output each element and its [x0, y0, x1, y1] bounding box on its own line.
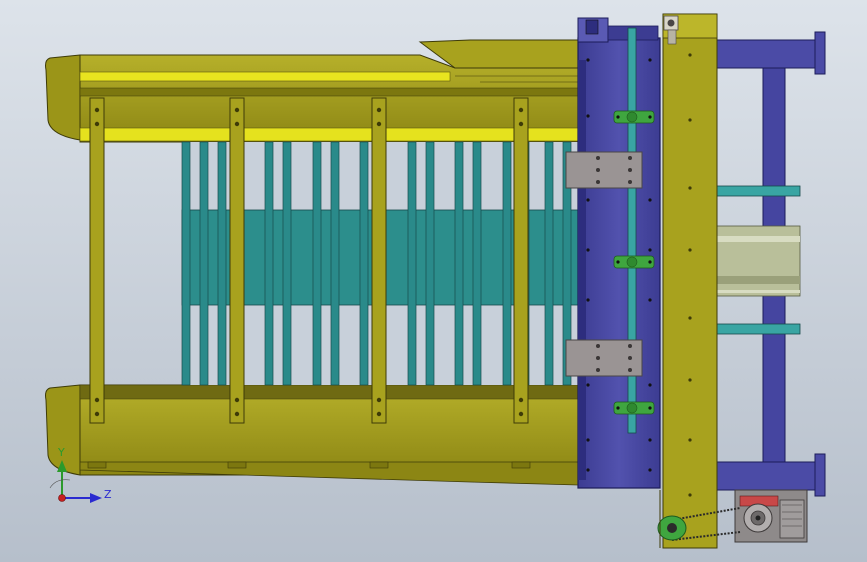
- frame-post: [89, 97, 105, 424]
- conveyor-slat: [454, 141, 464, 386]
- plate-hole: [648, 383, 652, 387]
- conveyor-slat: [502, 141, 512, 386]
- bolt: [518, 121, 524, 127]
- top-flange: [814, 31, 826, 75]
- bolt: [376, 397, 382, 403]
- bolt: [234, 397, 240, 403]
- frame-post: [229, 97, 245, 424]
- conveyor-slat: [217, 141, 227, 386]
- top-rail-channel: [79, 87, 579, 97]
- bolt: [234, 121, 240, 127]
- bolt: [234, 411, 240, 417]
- plate-hole: [586, 58, 590, 62]
- plate-hole: [648, 58, 652, 62]
- bottom-flange: [814, 453, 826, 497]
- plate-hole: [648, 198, 652, 202]
- plate-hole: [688, 438, 692, 442]
- bolt: [518, 411, 524, 417]
- bolt: [616, 115, 620, 119]
- plate-hole: [688, 493, 692, 497]
- bolt: [94, 397, 100, 403]
- bottom-rail-channel: [79, 384, 579, 400]
- bracket-bolt: [628, 180, 632, 184]
- plate-hole: [688, 186, 692, 190]
- bolt: [376, 121, 382, 127]
- bolt: [94, 411, 100, 417]
- bolt: [648, 115, 652, 119]
- bearing-center: [626, 256, 638, 268]
- bolt: [376, 107, 382, 113]
- top-end-cap: [45, 54, 81, 141]
- bracket-bolt: [596, 356, 600, 360]
- bracket-bolt: [628, 344, 632, 348]
- plate-hole: [586, 438, 590, 442]
- bracket-bolt: [596, 156, 600, 160]
- frame-post: [513, 97, 529, 424]
- plate-hole: [586, 248, 590, 252]
- conveyor-slat: [312, 141, 322, 386]
- bracket-bolt: [596, 168, 600, 172]
- bolt: [616, 260, 620, 264]
- drive-plate[interactable]: [565, 17, 661, 489]
- conveyor-slat: [472, 141, 482, 386]
- bolt: [234, 107, 240, 113]
- plate-hole: [586, 383, 590, 387]
- conveyor-slat: [282, 141, 292, 386]
- plate-hole: [648, 248, 652, 252]
- bolt: [518, 397, 524, 403]
- bearing-center: [626, 111, 638, 123]
- plate-hole: [586, 114, 590, 118]
- bolt: [518, 107, 524, 113]
- lower-guide-rod: [715, 323, 801, 335]
- top-rail-yellow-lip: [79, 127, 579, 142]
- bracket-bolt: [596, 344, 600, 348]
- bolt: [616, 406, 620, 410]
- plate-hole: [648, 438, 652, 442]
- plate-hole: [688, 378, 692, 382]
- bearing-center: [626, 402, 638, 414]
- plate-hole: [648, 468, 652, 472]
- plate-hole: [586, 468, 590, 472]
- bracket-bolt: [596, 180, 600, 184]
- plate-hole: [586, 198, 590, 202]
- side-mount-plate: [662, 13, 718, 549]
- upper-guide-rod: [715, 185, 801, 197]
- bottom-end-cap: [45, 384, 81, 476]
- axis-label-z: Z: [104, 488, 112, 501]
- bolt: [648, 260, 652, 264]
- conveyor-slat: [264, 141, 274, 386]
- bracket-bolt: [596, 368, 600, 372]
- frame-post: [371, 97, 387, 424]
- top-rail-yellow-strip: [79, 71, 451, 82]
- post-foot: [369, 461, 389, 469]
- conveyor-slat: [199, 141, 209, 386]
- cad-viewport[interactable]: Y Z: [0, 0, 867, 562]
- plate-hole: [688, 316, 692, 320]
- bracket-bolt: [628, 356, 632, 360]
- post-foot: [227, 461, 247, 469]
- bolt: [648, 406, 652, 410]
- plate-hole: [688, 118, 692, 122]
- conveyor-slat: [330, 141, 340, 386]
- conveyor-slat: [407, 141, 417, 386]
- plate-hole: [648, 298, 652, 302]
- bolt: [94, 107, 100, 113]
- post-foot: [87, 461, 107, 469]
- post-foot: [511, 461, 531, 469]
- cad-model-scene[interactable]: Y Z: [0, 0, 867, 562]
- conveyor-slat: [359, 141, 369, 386]
- plate-hole: [586, 298, 590, 302]
- bracket-bolt: [628, 156, 632, 160]
- bracket-bolt: [628, 168, 632, 172]
- axis-label-y: Y: [57, 446, 65, 459]
- plate-hole: [688, 248, 692, 252]
- bolt: [376, 411, 382, 417]
- bolt: [94, 121, 100, 127]
- bracket-bolt: [628, 368, 632, 372]
- conveyor-slat: [181, 141, 191, 386]
- conveyor-slat: [544, 141, 554, 386]
- plate-hole: [688, 53, 692, 57]
- conveyor-slat: [425, 141, 435, 386]
